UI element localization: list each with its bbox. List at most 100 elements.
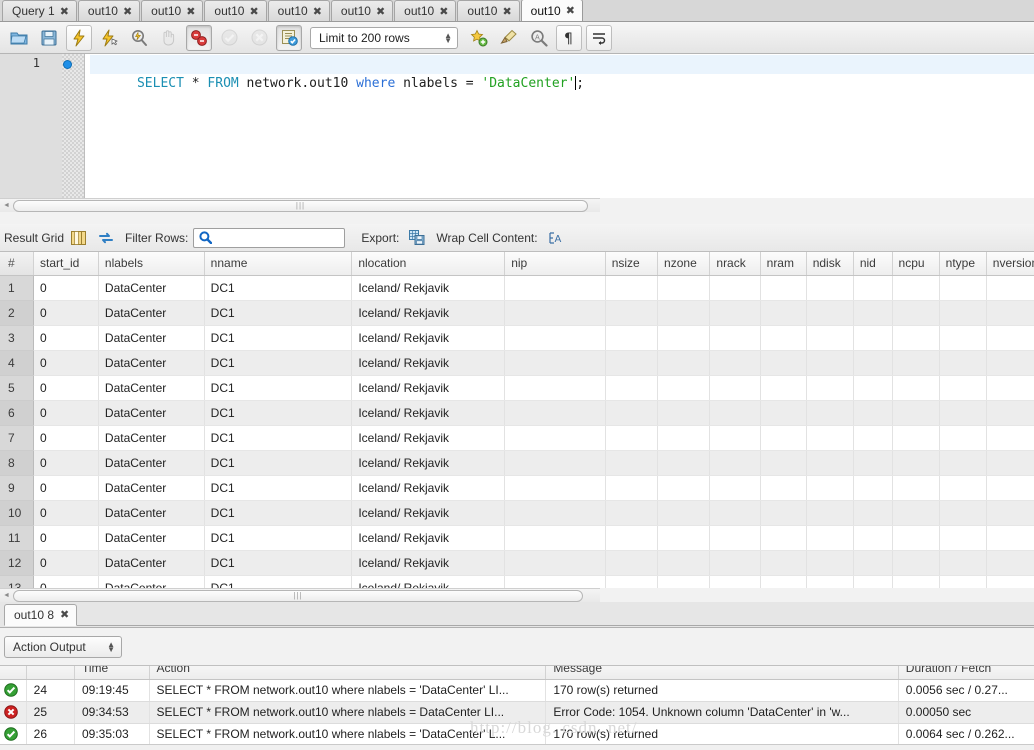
- cell-nid[interactable]: [853, 575, 893, 588]
- cell-nzone[interactable]: [657, 550, 711, 576]
- editor-tab-2[interactable]: out10 ✖: [141, 0, 204, 21]
- cell-start_id[interactable]: 0: [33, 400, 99, 426]
- action-output-row[interactable]: 24 09:19:45 SELECT * FROM network.out10 wh…: [0, 679, 1034, 702]
- cell-ncpu[interactable]: [892, 500, 940, 526]
- close-icon[interactable]: ✖: [566, 5, 575, 16]
- cell-nlocation[interactable]: Iceland/ Rekjavik: [351, 450, 506, 476]
- close-icon[interactable]: ✖: [376, 6, 385, 17]
- action-cell-time[interactable]: 09:35:03: [74, 723, 150, 746]
- column-header-ncpu[interactable]: ncpu: [892, 252, 940, 276]
- cell-start_id[interactable]: 0: [33, 550, 99, 576]
- cell-ndisk[interactable]: [806, 550, 854, 576]
- save-snippet-button[interactable]: [466, 25, 492, 51]
- action-cell-action[interactable]: SELECT * FROM network.out10 where nlabel…: [149, 679, 547, 702]
- cell-ncpu[interactable]: [892, 575, 940, 588]
- action-cell-time[interactable]: 09:19:45: [74, 679, 150, 702]
- close-icon[interactable]: ✖: [313, 6, 322, 17]
- cell-nsize[interactable]: [605, 550, 659, 576]
- table-row[interactable]: 13 0 DataCenter DC1 Iceland/ Rekjavik: [0, 575, 1034, 588]
- cell-nversions[interactable]: [986, 275, 1034, 301]
- cell-nram[interactable]: [760, 350, 807, 376]
- filter-rows-input[interactable]: [214, 229, 340, 246]
- cell-nram[interactable]: [760, 325, 807, 351]
- action-cell-action[interactable]: SELECT * FROM network.out10 where nlabel…: [149, 701, 547, 724]
- close-icon[interactable]: ✖: [439, 6, 448, 17]
- cell-nlocation[interactable]: Iceland/ Rekjavik: [351, 500, 506, 526]
- cell-nrack[interactable]: [709, 275, 761, 301]
- cell-nid[interactable]: [853, 500, 893, 526]
- cell-nname[interactable]: DC1: [204, 575, 353, 588]
- cell-nip[interactable]: [504, 325, 606, 351]
- close-icon[interactable]: ✖: [123, 6, 132, 17]
- cell-nzone[interactable]: [657, 350, 711, 376]
- cell-nlabels[interactable]: DataCenter: [98, 525, 205, 551]
- cell-idx[interactable]: 11: [0, 525, 34, 551]
- cell-nname[interactable]: DC1: [204, 500, 353, 526]
- cell-ndisk[interactable]: [806, 525, 854, 551]
- cell-nlabels[interactable]: DataCenter: [98, 275, 205, 301]
- cell-nname[interactable]: DC1: [204, 450, 353, 476]
- column-header-nversions[interactable]: nversions: [986, 252, 1034, 276]
- execute-statement-button[interactable]: [66, 24, 92, 51]
- action-cell-action[interactable]: SELECT * FROM network.out10 where nlabel…: [149, 723, 547, 746]
- close-icon[interactable]: ✖: [60, 608, 69, 621]
- action-cell-duration[interactable]: 0.0056 sec / 0.27...: [898, 679, 1034, 702]
- cell-nsize[interactable]: [605, 300, 659, 326]
- cell-nsize[interactable]: [605, 525, 659, 551]
- cell-ntype[interactable]: [939, 475, 987, 501]
- cell-ncpu[interactable]: [892, 525, 940, 551]
- refresh-arrows-icon[interactable]: [97, 229, 115, 247]
- table-row[interactable]: 3 0 DataCenter DC1 Iceland/ Rekjavik: [0, 325, 1034, 351]
- explain-statement-button[interactable]: [126, 25, 152, 51]
- cell-nlocation[interactable]: Iceland/ Rekjavik: [351, 550, 506, 576]
- editor-tab-0[interactable]: Query 1 ✖: [2, 0, 77, 21]
- cell-nlabels[interactable]: DataCenter: [98, 350, 205, 376]
- cell-nsize[interactable]: [605, 325, 659, 351]
- cell-nsize[interactable]: [605, 375, 659, 401]
- cell-ncpu[interactable]: [892, 375, 940, 401]
- cell-nversions[interactable]: [986, 500, 1034, 526]
- cell-nname[interactable]: DC1: [204, 550, 353, 576]
- cell-nram[interactable]: [760, 500, 807, 526]
- cell-nlocation[interactable]: Iceland/ Rekjavik: [351, 350, 506, 376]
- action-output-row[interactable]: 26 09:35:03 SELECT * FROM network.out10 wh…: [0, 723, 1034, 746]
- cell-nlabels[interactable]: DataCenter: [98, 375, 205, 401]
- cell-nid[interactable]: [853, 425, 893, 451]
- action-cell-message[interactable]: 170 row(s) returned: [545, 679, 899, 702]
- cell-ntype[interactable]: [939, 500, 987, 526]
- cell-nzone[interactable]: [657, 500, 711, 526]
- action-column-header-status[interactable]: [0, 666, 27, 680]
- cell-nversions[interactable]: [986, 450, 1034, 476]
- cell-nlocation[interactable]: Iceland/ Rekjavik: [351, 300, 506, 326]
- toggle-autocommit-button[interactable]: [276, 24, 302, 51]
- cell-nzone[interactable]: [657, 575, 711, 588]
- cell-nrack[interactable]: [709, 350, 761, 376]
- editor-tab-5[interactable]: out10 ✖: [330, 0, 394, 21]
- column-header-nram[interactable]: nram: [760, 252, 807, 276]
- cell-nzone[interactable]: [657, 525, 711, 551]
- cell-ntype[interactable]: [939, 450, 987, 476]
- cell-start_id[interactable]: 0: [33, 525, 99, 551]
- cell-nram[interactable]: [760, 275, 807, 301]
- action-output-panel[interactable]: Time Action Message Duration / Fetch 24 09:1…: [0, 666, 1034, 750]
- cell-nsize[interactable]: [605, 450, 659, 476]
- editor-tab-6[interactable]: out10 ✖: [394, 0, 457, 21]
- cell-ncpu[interactable]: [892, 450, 940, 476]
- cell-nname[interactable]: DC1: [204, 525, 353, 551]
- action-cell-time[interactable]: 09:34:53: [74, 701, 150, 724]
- cell-nlocation[interactable]: Iceland/ Rekjavik: [351, 525, 506, 551]
- cell-nip[interactable]: [504, 450, 606, 476]
- cell-nram[interactable]: [760, 375, 807, 401]
- cell-start_id[interactable]: 0: [33, 375, 99, 401]
- cell-idx[interactable]: 10: [0, 500, 34, 526]
- cell-nversions[interactable]: [986, 375, 1034, 401]
- grid-scroll-left-arrow-icon[interactable]: ◄: [0, 589, 13, 602]
- cell-ndisk[interactable]: [806, 475, 854, 501]
- cell-idx[interactable]: 8: [0, 450, 34, 476]
- cell-start_id[interactable]: 0: [33, 325, 99, 351]
- cell-nrack[interactable]: [709, 400, 761, 426]
- action-column-header-time[interactable]: Time: [74, 666, 150, 680]
- cell-nip[interactable]: [504, 475, 606, 501]
- cell-nrack[interactable]: [709, 300, 761, 326]
- cell-ntype[interactable]: [939, 300, 987, 326]
